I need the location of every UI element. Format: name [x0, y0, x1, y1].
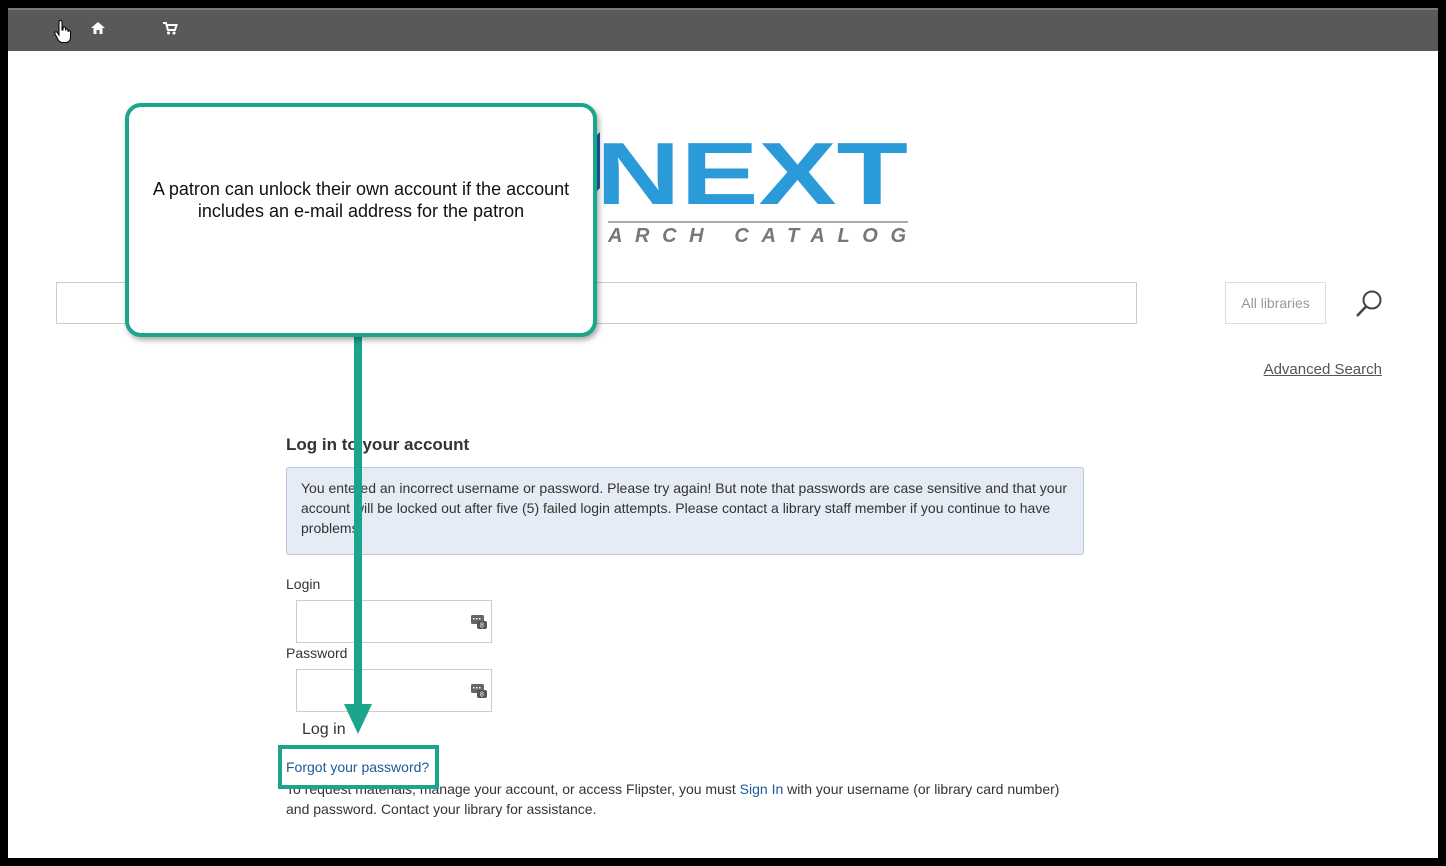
browser-page: NEXT ARCH CATALOG All libraries Advanced… — [8, 8, 1438, 858]
annotation-callout: A patron can unlock their own account if… — [125, 103, 597, 337]
callout-text: A patron can unlock their own account if… — [152, 179, 570, 221]
